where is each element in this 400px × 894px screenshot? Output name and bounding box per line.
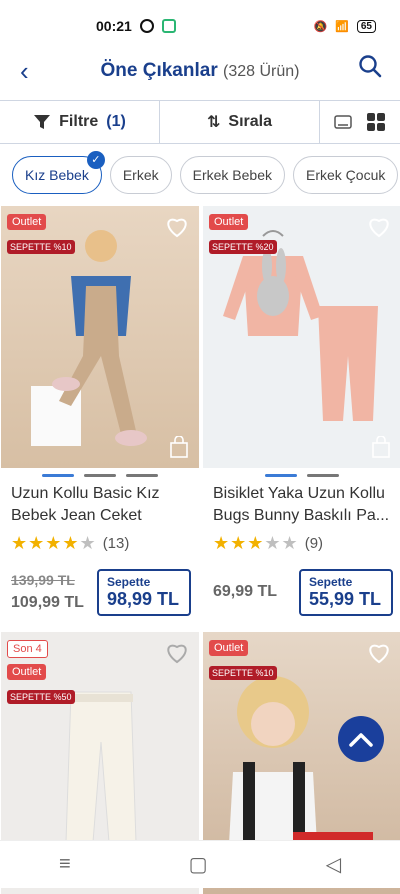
product-name[interactable]: Uzun Kollu Basic Kız Bebek Jean Ceket — [1, 477, 199, 529]
sort-button[interactable]: ⇅ Sırala — [160, 101, 320, 143]
list-view-icon[interactable] — [334, 113, 352, 131]
favorite-heart-icon[interactable] — [367, 642, 391, 664]
sepette-discount-badge: SEPETTE %50 — [7, 690, 75, 704]
shopping-bag-icon[interactable] — [371, 436, 391, 458]
wifi-icon: 📶 — [335, 20, 349, 33]
clock: 00:21 — [96, 18, 132, 34]
sort-arrows-icon: ⇅ — [207, 114, 221, 131]
app-notification-icon — [161, 19, 176, 33]
sepette-price: 98,99 TL — [107, 588, 180, 609]
product-card[interactable]: Outlet SEPETTE %10 Uzun Kollu Basic Kız … — [1, 206, 199, 620]
view-toggle — [320, 101, 400, 143]
rating-stars: ★★★★★ — [11, 533, 97, 553]
outlet-badge: Outlet — [209, 640, 249, 656]
back-icon[interactable]: ◁ — [326, 852, 341, 877]
favorite-heart-icon[interactable] — [367, 216, 391, 238]
chip-erkek-bebek[interactable]: Erkek Bebek — [179, 156, 285, 194]
battery-icon: 65 — [356, 19, 376, 33]
sepette-discount-badge: SEPETTE %10 — [209, 666, 277, 680]
price-block: 139,99 TL 109,99 TL Sepette 98,99 TL — [1, 558, 199, 620]
outlet-badge: Outlet — [209, 214, 249, 230]
category-chips: Kız Bebek ✓ Erkek Erkek Bebek Erkek Çocu… — [0, 144, 400, 206]
current-price: 109,99 TL — [11, 594, 84, 611]
sort-label: Sırala — [228, 113, 272, 130]
outlet-badge: Outlet — [7, 664, 47, 680]
alarm-icon: 🔕 — [313, 20, 328, 33]
product-grid: Outlet SEPETTE %10 Uzun Kollu Basic Kız … — [0, 206, 400, 894]
filter-count: (1) — [106, 113, 126, 130]
favorite-heart-icon[interactable] — [165, 642, 189, 664]
filter-button[interactable]: Filtre (1) — [0, 101, 160, 143]
home-icon[interactable]: ▢ — [189, 852, 208, 877]
search-icon[interactable] — [358, 54, 382, 78]
sepette-discount-badge: SEPETTE %20 — [209, 240, 277, 254]
product-image[interactable]: Outlet SEPETTE %20 — [203, 206, 400, 468]
old-price: 139,99 TL — [11, 572, 75, 588]
system-nav-bar: ≡ ▢ ◁ — [0, 840, 400, 888]
product-name[interactable]: Bisiklet Yaka Uzun Kollu Bugs Bunny Bask… — [203, 477, 400, 529]
chip-kiz-bebek[interactable]: Kız Bebek ✓ — [12, 151, 105, 194]
outlet-badge: Outlet — [7, 214, 47, 230]
product-rating: ★★★★★ (9) — [203, 529, 400, 558]
chip-erkek[interactable]: Erkek — [109, 156, 172, 194]
filter-label: Filtre — [59, 113, 99, 130]
review-count: (13) — [102, 535, 130, 552]
check-icon: ✓ — [86, 151, 105, 169]
scroll-to-top-button[interactable] — [338, 716, 384, 762]
rating-stars: ★★★★★ — [213, 533, 299, 553]
title-text: Öne Çıkanlar — [100, 60, 218, 81]
product-image[interactable]: Outlet SEPETTE %10 — [1, 206, 199, 468]
status-bar: 00:21 🔕 📶 65 — [0, 0, 400, 52]
page-header: ‹ Öne Çıkanlar (328 Ürün) — [0, 52, 400, 90]
chip-erkek-cocuk[interactable]: Erkek Çocuk — [293, 156, 399, 194]
filter-toolbar: Filtre (1) ⇅ Sırala — [0, 100, 400, 144]
sepette-label: Sepette — [107, 574, 151, 589]
stock-badge: Son 4 — [7, 640, 48, 658]
review-count: (9) — [304, 535, 324, 552]
current-price: 69,99 TL — [213, 583, 278, 600]
product-rating: ★★★★★ (13) — [1, 529, 199, 558]
sepette-label: Sepette — [309, 574, 353, 589]
whatsapp-icon — [139, 19, 154, 33]
grid-view-icon[interactable] — [366, 112, 386, 132]
sepette-discount-badge: SEPETTE %10 — [7, 240, 75, 254]
back-arrow-icon[interactable]: ‹ — [20, 56, 29, 87]
sepette-price: 55,99 TL — [309, 588, 382, 609]
product-card[interactable]: Outlet SEPETTE %20 Bisiklet Yaka Uzun Ko… — [203, 206, 400, 620]
sepette-price-box: Sepette 98,99 TL — [97, 568, 191, 616]
page-title: Öne Çıkanlar (328 Ürün) — [0, 60, 400, 82]
shopping-bag-icon[interactable] — [169, 436, 189, 458]
chevron-up-icon — [349, 733, 373, 747]
sepette-price-box: Sepette 55,99 TL — [299, 568, 393, 616]
favorite-heart-icon[interactable] — [165, 216, 189, 238]
recent-apps-icon[interactable]: ≡ — [59, 853, 71, 876]
funnel-icon — [34, 115, 51, 129]
price-block: 69,99 TL Sepette 55,99 TL — [203, 558, 400, 620]
product-count: (328 Ürün) — [223, 63, 300, 80]
